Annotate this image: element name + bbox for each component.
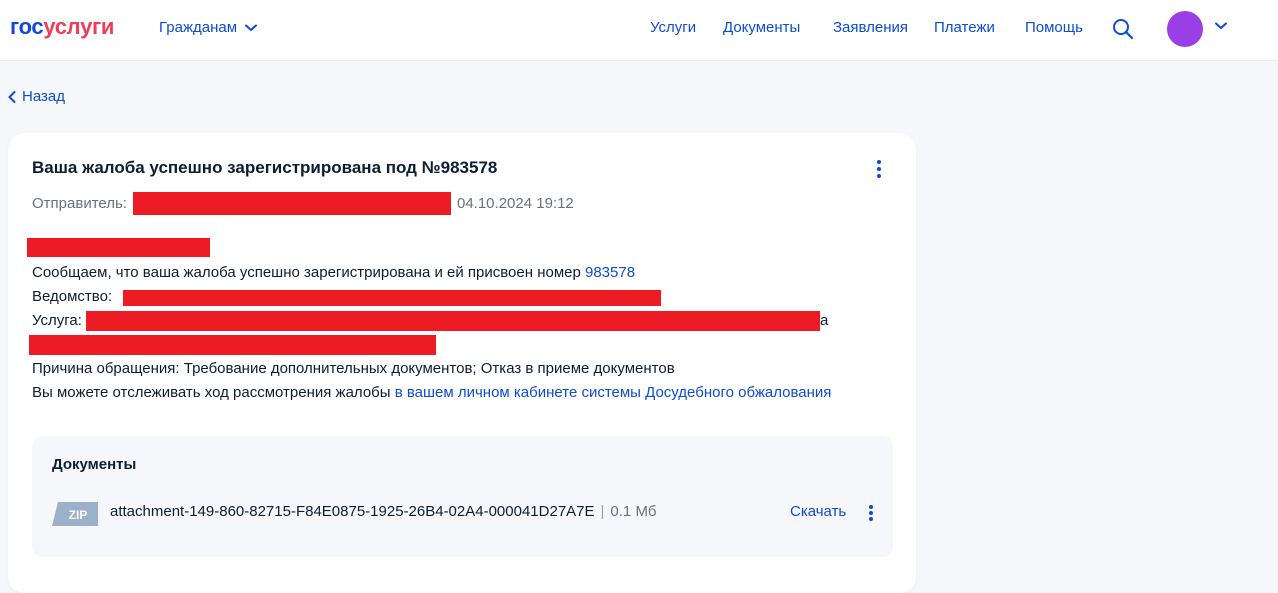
track-line: Вы можете отслеживать ход рассмотрения ж… [32,384,832,401]
file-separator: | [600,503,605,520]
gosuslugi-logo[interactable]: госуслуги [10,14,114,40]
file-info: attachment-149-860-82715-F84E0875-1925-2… [110,503,657,520]
card-title: Ваша жалоба успешно зарегистрирована под… [32,158,498,177]
message-datetime: 04.10.2024 19:12 [456,195,574,212]
nav-services[interactable]: Услуги [650,19,696,36]
download-button[interactable]: Скачать [790,503,846,520]
nav-applications[interactable]: Заявления [833,19,908,36]
service-tail: а [820,312,829,329]
file-name: attachment-149-860-82715-F84E0875-1925-2… [110,503,595,520]
chevron-down-icon[interactable] [1215,22,1227,30]
avatar[interactable] [1167,11,1203,47]
documents-panel: Документы ZIP attachment-149-860-82715-F… [32,436,893,557]
sender-row: Отправитель: 04.10.2024 19:12 [32,192,574,215]
top-header: госуслуги Гражданам Услуги Документы Зая… [0,0,1278,61]
file-size: 0.1 Мб [610,503,657,520]
citizens-menu[interactable]: Гражданам [159,19,258,36]
more-options-icon[interactable] [867,504,875,522]
documents-title: Документы [52,456,137,473]
department-label: Ведомство: [32,288,113,305]
cabinet-link[interactable]: в вашем личном кабинете системы Досудебн… [395,384,832,401]
nav-help[interactable]: Помощь [1025,19,1083,36]
back-link[interactable]: Назад [8,88,65,105]
service-label: Услуга: [32,312,82,329]
department-line: Ведомство: [32,288,112,305]
file-type-label: ZIP [69,508,88,522]
citizens-menu-label: Гражданам [159,19,238,36]
complaint-number-link[interactable]: 983578 [585,264,635,281]
redacted-greeting [27,238,210,257]
redacted-department [123,290,661,306]
redacted-service [86,311,820,331]
redacted-sender [132,192,451,215]
search-icon[interactable] [1112,18,1134,40]
back-label: Назад [22,88,65,105]
chevron-left-icon [8,90,16,103]
nav-payments[interactable]: Платежи [934,19,995,36]
zip-file-icon: ZIP [52,502,98,526]
message-line: Сообщаем, что ваша жалоба успешно зареги… [32,264,636,281]
complaint-card: Ваша жалоба успешно зарегистрирована под… [8,133,916,593]
nav-documents[interactable]: Документы [723,19,800,36]
redacted-service-cont [29,335,436,355]
more-options-icon[interactable] [874,159,884,179]
sender-label: Отправитель: [32,195,127,212]
reason-line: Причина обращения: Требование дополнител… [32,360,675,377]
chevron-down-icon [245,24,258,31]
service-line: Услуга: [32,312,82,329]
